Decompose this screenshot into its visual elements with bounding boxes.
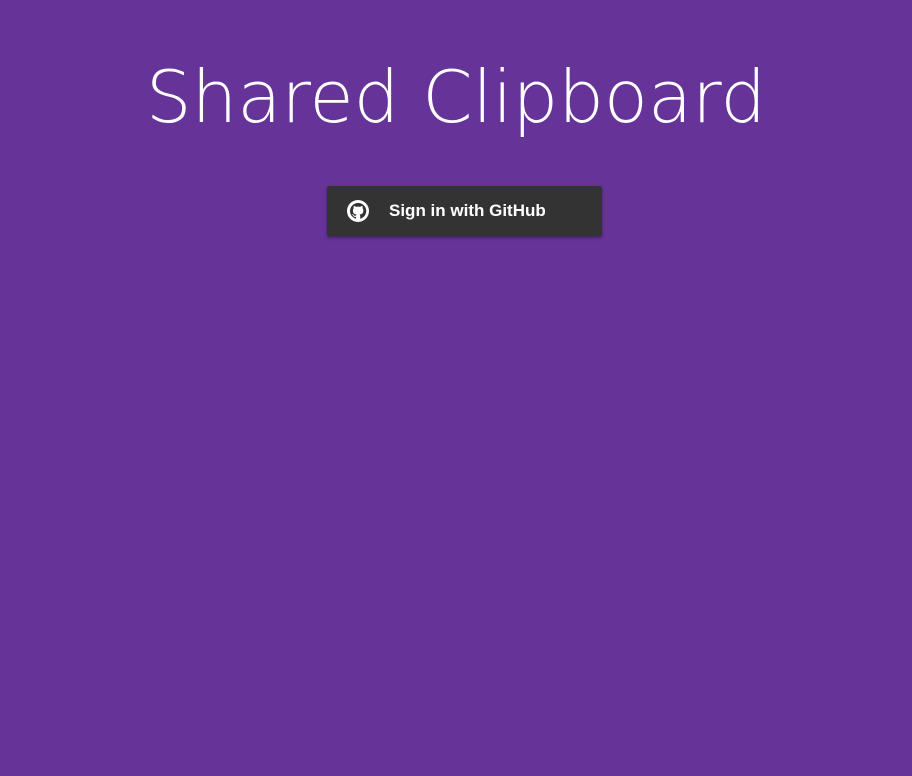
page-title: Shared Clipboard	[145, 55, 767, 139]
github-icon	[347, 200, 369, 222]
github-signin-label: Sign in with GitHub	[389, 201, 546, 220]
github-signin-button[interactable]: Sign in with GitHub	[327, 186, 602, 236]
